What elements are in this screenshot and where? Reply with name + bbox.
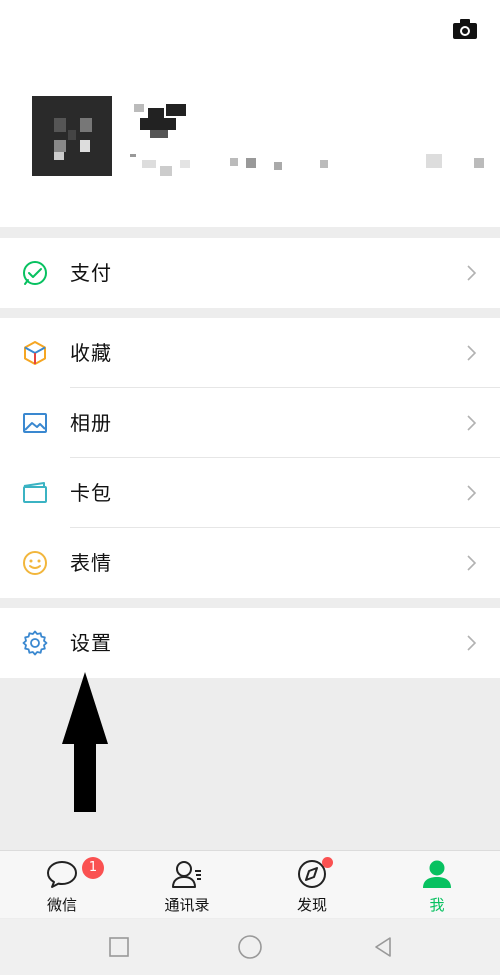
tab-label: 通讯录 — [164, 896, 210, 914]
profile-header — [0, 0, 500, 227]
menu-item-favorites[interactable]: 收藏 — [0, 318, 500, 388]
menu-item-card-wallet[interactable]: 卡包 — [0, 458, 500, 528]
chevron-right-icon — [467, 265, 477, 281]
menu-item-label: 设置 — [70, 631, 112, 655]
tab-discover[interactable]: 发现 — [262, 851, 362, 919]
album-icon — [23, 413, 47, 433]
favorites-cube-icon — [24, 341, 46, 365]
tab-label: 微信 — [46, 896, 77, 914]
home-circle-icon[interactable] — [237, 934, 263, 960]
bottom-tab-bar: 微信 1 通讯录 发现 我 — [0, 850, 500, 918]
menu-item-emoji[interactable]: 表情 — [0, 528, 500, 598]
back-triangle-icon[interactable] — [372, 936, 394, 958]
menu-item-label: 相册 — [70, 411, 112, 435]
menu-item-label: 表情 — [70, 551, 112, 575]
chevron-right-icon — [467, 415, 477, 431]
contacts-icon — [172, 861, 201, 888]
account-id-blurred — [130, 150, 490, 180]
tab-me[interactable]: 我 — [387, 851, 487, 919]
tab-contacts[interactable]: 通讯录 — [137, 851, 237, 919]
pay-icon — [23, 261, 47, 285]
tab-label: 我 — [429, 896, 445, 914]
menu-item-label: 卡包 — [70, 481, 112, 505]
system-nav-bar — [0, 919, 500, 975]
chevron-right-icon — [467, 345, 477, 361]
menu-group-main: 收藏 相册 卡包 表情 — [0, 318, 500, 598]
card-wallet-icon — [23, 482, 47, 503]
discover-new-dot — [322, 857, 333, 868]
chevron-right-icon — [467, 555, 477, 571]
menu-group-settings: 设置 — [0, 608, 500, 678]
menu-item-label: 收藏 — [70, 341, 112, 365]
unread-badge: 1 — [82, 857, 104, 879]
menu-item-label: 支付 — [70, 261, 112, 285]
recent-apps-square-icon[interactable] — [108, 936, 130, 958]
menu-group-pay: 支付 — [0, 238, 500, 308]
menu-item-settings[interactable]: 设置 — [0, 608, 500, 678]
chevron-right-icon — [467, 635, 477, 651]
chevron-right-icon — [467, 485, 477, 501]
emoji-icon — [23, 551, 47, 575]
menu-item-pay[interactable]: 支付 — [0, 238, 500, 308]
up-arrow-annotation — [62, 672, 108, 812]
tab-label: 发现 — [296, 896, 327, 914]
person-icon — [423, 860, 451, 888]
menu-item-album[interactable]: 相册 — [0, 388, 500, 458]
chat-bubble-icon — [47, 861, 77, 888]
settings-gear-icon — [22, 630, 48, 656]
tab-chats[interactable]: 微信 1 — [12, 851, 112, 919]
avatar[interactable] — [32, 96, 112, 176]
camera-icon[interactable] — [452, 18, 478, 40]
nickname-blurred — [134, 104, 190, 140]
